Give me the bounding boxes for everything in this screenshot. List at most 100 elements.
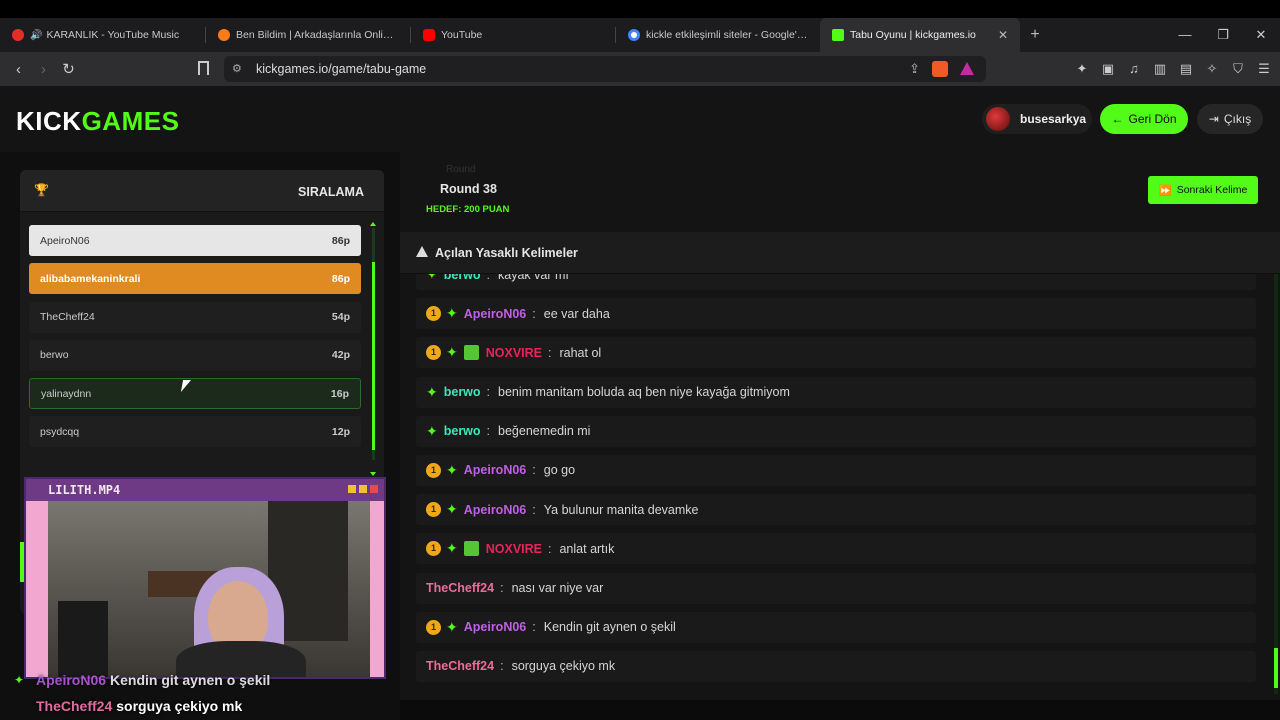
top-strip (0, 0, 1280, 18)
leaderboard-row: TheCheff24 54p (29, 301, 361, 333)
chat-username[interactable]: berwo (444, 424, 481, 438)
rank-badge-icon: 1 (426, 345, 441, 361)
logout-button[interactable]: ⇥ Çıkış (1197, 104, 1263, 134)
maximize-icon (359, 485, 367, 493)
forbidden-words-toggle[interactable]: Açılan Yasaklı Kelimeler (400, 232, 1280, 274)
kickgames-logo[interactable]: KICKGAMES (16, 106, 179, 137)
trophy-icon: 🏆 (34, 183, 49, 197)
tab-ben-bildim[interactable]: Ben Bildim | Arkadaşlarınla Online Bil (206, 18, 410, 52)
close-tab-icon[interactable]: ✕ (988, 28, 1008, 42)
chat-list: ✦ berwo: kayak var mı 1 ✦ ApeiroN06: ee var da… (416, 274, 1256, 690)
gift-badge-icon (463, 345, 479, 361)
url-field[interactable]: ⚙ kickgames.io/game/tabu-game ⇪ (224, 56, 986, 82)
leaderboard-list: ApeiroN06 86p alibabamekaninkrali 86p Th… (29, 225, 361, 455)
username: busesarkya (1020, 112, 1087, 126)
webcam-overlay: LILITH.MP4 (24, 477, 386, 679)
rank-badge-icon: 1 (426, 619, 441, 635)
chat-username[interactable]: berwo (444, 385, 481, 399)
chat-username[interactable]: berwo (444, 274, 481, 282)
stream-chat-overlay-message: TheCheff24 sorguya çekiyo mk (36, 698, 243, 714)
player-name: ApeiroN06 (40, 234, 90, 247)
player-name: TheCheff24 (40, 311, 95, 324)
chat-message: 1 ✦ NOXVIRE: rahat ol (416, 337, 1256, 369)
chat-text: ee var daha (543, 306, 610, 321)
tab-label: Ben Bildim | Arkadaşlarınla Online Bil (236, 29, 398, 41)
leaderboard-scrollbar-thumb[interactable] (372, 262, 375, 450)
tab-youtube-music[interactable]: 🔊 KARANLIK - YouTube Music (0, 18, 205, 52)
leaderboard-row: yalinaydnn 16p (29, 378, 361, 410)
brave-shields-icon[interactable] (932, 61, 948, 77)
rank-badge-icon: 1 (426, 306, 441, 322)
next-word-button[interactable]: ⏩ Sonraki Kelime (1148, 176, 1258, 204)
chat-separator: : (532, 620, 536, 635)
chat-username[interactable]: NOXVIRE (486, 346, 542, 360)
chat-username[interactable]: NOXVIRE (486, 542, 542, 556)
chat-message: 1 ✦ ApeiroN06: ee var daha (416, 298, 1256, 330)
player-points: 86p (331, 234, 350, 247)
back-icon[interactable]: ‹ (6, 61, 31, 78)
google-icon (628, 29, 640, 41)
chat-username[interactable]: ApeiroN06 (464, 307, 527, 321)
sidebar-icon[interactable]: ▥ (1152, 61, 1168, 77)
tab-label: Tabu Oyunu | kickgames.io (850, 29, 976, 41)
close-window-icon[interactable]: ✕ (1242, 18, 1280, 52)
chat-message: ✦ berwo: kayak var mı (416, 274, 1256, 290)
tab-label: KARANLIK - YouTube Music (46, 29, 180, 41)
chat-text: beğenemedin mi (498, 424, 591, 439)
leaderboard-row: ApeiroN06 86p (29, 225, 361, 256)
kickgames-icon (832, 29, 844, 41)
chat-separator: : (486, 274, 491, 282)
player-name: yalinaydnn (41, 387, 92, 400)
user-profile-chip[interactable]: busesarkya (982, 104, 1092, 134)
game-panel: Round Round 38 HEDEF: 200 PUAN ⏩ Sonraki… (400, 152, 1280, 700)
reload-icon[interactable]: ↻ (56, 60, 81, 78)
site-info-icon[interactable]: ⚙ (232, 62, 242, 75)
leaderboard-row: alibabamekaninkrali 86p (29, 263, 361, 295)
chat-username[interactable]: ApeiroN06 (464, 463, 527, 477)
music-icon[interactable]: ♫ (1126, 61, 1142, 77)
scroll-down-icon[interactable] (370, 472, 376, 476)
tab-google-search[interactable]: kickle etkileşimli siteler - Google'da A (616, 18, 820, 52)
chat-username[interactable]: ApeiroN06 (464, 503, 527, 517)
back-button[interactable]: ← Geri Dön (1100, 104, 1188, 134)
star-badge-icon: ✦ (446, 501, 458, 518)
star-badge-icon: ✦ (446, 540, 458, 557)
tab-youtube[interactable]: YouTube (411, 18, 615, 52)
scroll-up-icon[interactable] (370, 222, 376, 226)
chat-text: benim manitam boluda aq ben niye kayağa … (498, 385, 790, 400)
wallet-icon[interactable]: ▤ (1178, 61, 1194, 77)
share-icon[interactable]: ⇪ (909, 61, 920, 77)
webcam-window-buttons (348, 485, 378, 493)
webcam-title: LILITH.MP4 (48, 483, 121, 497)
chat-username[interactable]: TheCheff24 (426, 581, 494, 595)
restore-icon[interactable]: ❐ (1204, 18, 1242, 52)
leaderboard-row: psydcqq 12p (29, 416, 361, 448)
chat-username[interactable]: TheCheff24 (426, 659, 494, 673)
player-name: berwo (40, 349, 69, 362)
player-points: 16p (330, 387, 349, 400)
webcam-video (48, 501, 370, 677)
chat-scrollbar-track[interactable] (1274, 274, 1278, 694)
minimize-icon[interactable]: — (1166, 18, 1204, 52)
tab-tabu-oyunu[interactable]: Tabu Oyunu | kickgames.io ✕ (820, 18, 1020, 52)
bookmark-icon[interactable] (198, 61, 209, 75)
speaker-icon: 🔊 (30, 29, 43, 41)
star-badge-icon: ✦ (446, 461, 458, 478)
chat-scrollbar-thumb[interactable] (1274, 648, 1278, 688)
forward-icon[interactable]: › (31, 61, 56, 78)
chat-separator: : (500, 659, 504, 674)
chat-text: anlat artık (559, 541, 615, 556)
extensions-icon[interactable]: ✦ (1074, 61, 1090, 77)
menu-icon[interactable]: ☰ (1256, 61, 1272, 77)
brave-rewards-icon[interactable] (960, 62, 974, 75)
chat-separator: : (532, 463, 536, 478)
leaderboard-row: berwo 42p (29, 339, 361, 371)
leo-ai-icon[interactable]: ✧ (1204, 61, 1220, 77)
screenshot-icon[interactable]: ▣ (1100, 61, 1116, 77)
vpn-icon[interactable]: ⛉ (1230, 61, 1246, 77)
chat-username[interactable]: ApeiroN06 (464, 620, 527, 634)
new-tab-icon[interactable]: + (1020, 26, 1050, 44)
toolbar-icons: ✦ ▣ ♫ ▥ ▤ ✧ ⛉ ☰ (1074, 52, 1272, 86)
rank-badge-icon: 1 (426, 502, 441, 518)
chat-text: go go (543, 463, 576, 478)
